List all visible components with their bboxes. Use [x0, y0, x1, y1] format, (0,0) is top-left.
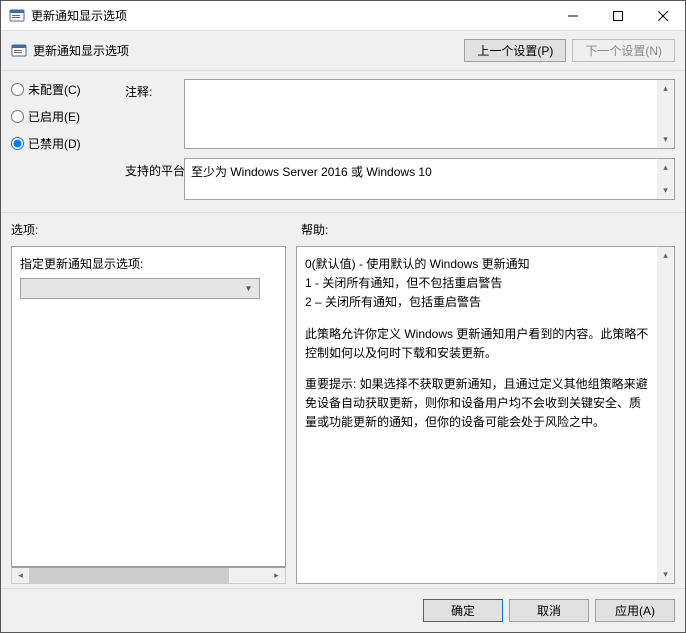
scroll-thumb[interactable]	[29, 568, 229, 583]
scrollbar-vertical[interactable]: ▴ ▾	[657, 80, 674, 148]
scroll-right-icon[interactable]: ▸	[268, 568, 285, 583]
dialog-footer: 确定 取消 应用(A)	[1, 588, 685, 632]
next-setting-label: 下一个设置(N)	[585, 44, 662, 58]
settings-upper: 未配置(C) 已启用(E) 已禁用(D) 注释: ▴ ▾ 支持的平台: 至少为 …	[1, 71, 685, 213]
comment-label: 注释:	[125, 79, 180, 100]
close-button[interactable]	[640, 1, 685, 31]
scroll-down-icon[interactable]: ▾	[657, 566, 674, 583]
scrollbar-vertical[interactable]: ▴ ▾	[657, 247, 674, 583]
section-labels: 选项: 帮助:	[1, 213, 685, 242]
scroll-down-icon[interactable]: ▾	[657, 182, 674, 199]
previous-setting-button[interactable]: 上一个设置(P)	[464, 39, 566, 62]
radio-enabled-label[interactable]: 已启用(E)	[28, 108, 80, 125]
help-paragraph: 此策略允许你定义 Windows 更新通知用户看到的内容。此策略不控制如何以及何…	[305, 325, 652, 363]
policy-icon	[11, 43, 27, 59]
scroll-left-icon[interactable]: ◂	[12, 568, 29, 583]
scroll-up-icon[interactable]: ▴	[657, 159, 674, 176]
scroll-up-icon[interactable]: ▴	[657, 80, 674, 97]
minimize-button[interactable]	[550, 1, 595, 31]
scrollbar-vertical[interactable]: ▴ ▾	[657, 159, 674, 199]
header-row: 更新通知显示选项 上一个设置(P) 下一个设置(N)	[1, 31, 685, 71]
options-panel: 指定更新通知显示选项: ▼ ◂ ▸	[11, 246, 286, 584]
options-dropdown[interactable]: ▼	[20, 278, 260, 299]
ok-button[interactable]: 确定	[423, 599, 503, 622]
scroll-up-icon[interactable]: ▴	[657, 247, 674, 264]
radio-not-configured-label[interactable]: 未配置(C)	[28, 81, 81, 98]
help-paragraph: 重要提示: 如果选择不获取更新通知，且通过定义其他组策略来避免设备自动获取更新，…	[305, 375, 652, 433]
policy-icon	[9, 8, 25, 24]
previous-setting-label: 上一个设置(P)	[477, 44, 553, 58]
maximize-button[interactable]	[595, 1, 640, 31]
next-setting-button[interactable]: 下一个设置(N)	[572, 39, 675, 62]
help-panel: 0(默认值) - 使用默认的 Windows 更新通知 1 - 关闭所有通知，但…	[296, 246, 675, 584]
help-line: 2 – 关闭所有通知，包括重启警告	[305, 293, 652, 312]
options-inner: 指定更新通知显示选项: ▼	[11, 246, 286, 567]
supported-textarea: 至少为 Windows Server 2016 或 Windows 10 ▴ ▾	[184, 158, 675, 200]
radio-not-configured[interactable]	[11, 83, 24, 96]
options-section-label: 选项:	[11, 221, 301, 238]
apply-label: 应用(A)	[615, 604, 655, 618]
radio-disabled[interactable]	[11, 137, 24, 150]
cancel-button[interactable]: 取消	[509, 599, 589, 622]
chevron-down-icon: ▼	[240, 280, 257, 297]
help-section-label: 帮助:	[301, 221, 675, 238]
radio-enabled[interactable]	[11, 110, 24, 123]
titlebar: 更新通知显示选项	[1, 1, 685, 31]
comment-textarea[interactable]: ▴ ▾	[184, 79, 675, 149]
cancel-label: 取消	[537, 604, 561, 618]
radio-group-state: 未配置(C) 已启用(E) 已禁用(D)	[11, 79, 121, 152]
help-line: 1 - 关闭所有通知，但不包括重启警告	[305, 274, 652, 293]
help-line: 0(默认值) - 使用默认的 Windows 更新通知	[305, 255, 652, 274]
ok-label: 确定	[451, 604, 475, 618]
options-field-label: 指定更新通知显示选项:	[20, 255, 277, 272]
header-title: 更新通知显示选项	[33, 42, 129, 59]
main-split: 指定更新通知显示选项: ▼ ◂ ▸ 0(默认值) - 使用默认的 Windows…	[1, 242, 685, 588]
apply-button[interactable]: 应用(A)	[595, 599, 675, 622]
scrollbar-horizontal[interactable]: ◂ ▸	[11, 567, 286, 584]
radio-disabled-label[interactable]: 已禁用(D)	[28, 135, 81, 152]
supported-value: 至少为 Windows Server 2016 或 Windows 10	[191, 165, 432, 179]
window-title: 更新通知显示选项	[31, 7, 127, 24]
dialog-window: 更新通知显示选项 更新通知显示选项 上一个设置(P) 下一个设置(N)	[0, 0, 686, 633]
supported-label: 支持的平台:	[125, 158, 180, 179]
scroll-down-icon[interactable]: ▾	[657, 131, 674, 148]
